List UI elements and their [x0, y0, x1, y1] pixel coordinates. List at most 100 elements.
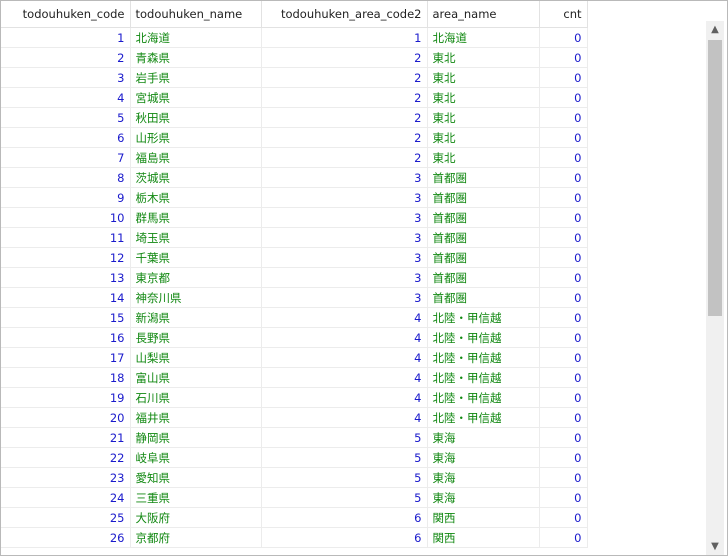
cell-area-code[interactable]: 5 [261, 487, 428, 508]
cell-area-code[interactable]: 2 [261, 67, 428, 88]
cell-name[interactable]: 埼玉県 [130, 227, 262, 248]
vertical-scrollbar[interactable]: ▲ ▼ [706, 21, 724, 555]
cell-code[interactable]: 18 [1, 367, 131, 388]
cell-cnt[interactable]: 0 [539, 387, 588, 408]
table-row[interactable]: 7 福島県 2 東北 0 [1, 147, 588, 168]
cell-cnt[interactable]: 0 [539, 127, 588, 148]
cell-name[interactable]: 岐阜県 [130, 447, 262, 468]
cell-code[interactable]: 23 [1, 467, 131, 488]
cell-area-name[interactable]: 首都圏 [427, 227, 540, 248]
table-row[interactable]: 4 宮城県 2 東北 0 [1, 87, 588, 108]
cell-area-name[interactable]: 首都圏 [427, 167, 540, 188]
cell-cnt[interactable]: 0 [539, 467, 588, 488]
cell-name[interactable]: 栃木県 [130, 187, 262, 208]
cell-name[interactable]: 愛知県 [130, 467, 262, 488]
cell-name[interactable]: 福島県 [130, 147, 262, 168]
cell-area-name[interactable]: 東北 [427, 87, 540, 108]
scroll-up-arrow-icon[interactable]: ▲ [706, 21, 724, 38]
cell-code[interactable]: 26 [1, 527, 131, 548]
table-row[interactable]: 20 福井県 4 北陸・甲信越 0 [1, 407, 588, 428]
table-row[interactable]: 15 新潟県 4 北陸・甲信越 0 [1, 307, 588, 328]
cell-code[interactable]: 1 [1, 27, 131, 48]
cell-cnt[interactable]: 0 [539, 407, 588, 428]
cell-area-name[interactable]: 東海 [427, 487, 540, 508]
cell-name[interactable]: 青森県 [130, 47, 262, 68]
cell-area-name[interactable]: 関西 [427, 527, 540, 548]
cell-area-code[interactable]: 6 [261, 507, 428, 528]
cell-area-code[interactable]: 3 [261, 167, 428, 188]
cell-code[interactable]: 4 [1, 87, 131, 108]
cell-code[interactable]: 21 [1, 427, 131, 448]
column-header-area-name[interactable]: area_name [427, 1, 540, 28]
column-header-todouhuken-code[interactable]: todouhuken_code [1, 1, 131, 28]
table-row[interactable]: 17 山梨県 4 北陸・甲信越 0 [1, 347, 588, 368]
cell-area-code[interactable]: 3 [261, 207, 428, 228]
cell-area-code[interactable]: 3 [261, 187, 428, 208]
cell-cnt[interactable]: 0 [539, 527, 588, 548]
cell-code[interactable]: 6 [1, 127, 131, 148]
cell-cnt[interactable]: 0 [539, 367, 588, 388]
cell-area-name[interactable]: 北陸・甲信越 [427, 387, 540, 408]
cell-area-code[interactable]: 2 [261, 107, 428, 128]
cell-code[interactable]: 20 [1, 407, 131, 428]
cell-name[interactable]: 岩手県 [130, 67, 262, 88]
cell-cnt[interactable]: 0 [539, 267, 588, 288]
cell-area-code[interactable]: 2 [261, 87, 428, 108]
table-row[interactable]: 9 栃木県 3 首都圏 0 [1, 187, 588, 208]
table-row[interactable]: 8 茨城県 3 首都圏 0 [1, 167, 588, 188]
cell-code[interactable]: 19 [1, 387, 131, 408]
table-row[interactable]: 23 愛知県 5 東海 0 [1, 467, 588, 488]
table-row[interactable]: 2 青森県 2 東北 0 [1, 47, 588, 68]
cell-name[interactable]: 山形県 [130, 127, 262, 148]
cell-area-code[interactable]: 2 [261, 47, 428, 68]
scroll-down-arrow-icon[interactable]: ▼ [706, 538, 724, 555]
table-row[interactable]: 6 山形県 2 東北 0 [1, 127, 588, 148]
table-row[interactable]: 24 三重県 5 東海 0 [1, 487, 588, 508]
cell-area-code[interactable]: 4 [261, 327, 428, 348]
cell-code[interactable]: 2 [1, 47, 131, 68]
cell-name[interactable]: 三重県 [130, 487, 262, 508]
cell-area-name[interactable]: 首都圏 [427, 207, 540, 228]
cell-cnt[interactable]: 0 [539, 447, 588, 468]
cell-area-code[interactable]: 5 [261, 467, 428, 488]
cell-area-name[interactable]: 東北 [427, 127, 540, 148]
cell-area-name[interactable]: 関西 [427, 507, 540, 528]
cell-area-name[interactable]: 北海道 [427, 27, 540, 48]
cell-area-code[interactable]: 3 [261, 247, 428, 268]
cell-cnt[interactable]: 0 [539, 67, 588, 88]
column-header-todouhuken-area-code2[interactable]: todouhuken_area_code2 [261, 1, 428, 28]
cell-code[interactable]: 5 [1, 107, 131, 128]
cell-code[interactable]: 8 [1, 167, 131, 188]
cell-name[interactable]: 大阪府 [130, 507, 262, 528]
cell-area-name[interactable]: 北陸・甲信越 [427, 407, 540, 428]
cell-name[interactable]: 石川県 [130, 387, 262, 408]
table-row[interactable]: 19 石川県 4 北陸・甲信越 0 [1, 387, 588, 408]
cell-name[interactable]: 富山県 [130, 367, 262, 388]
cell-area-name[interactable]: 北陸・甲信越 [427, 307, 540, 328]
cell-name[interactable]: 東京都 [130, 267, 262, 288]
table-row[interactable]: 21 静岡県 5 東海 0 [1, 427, 588, 448]
cell-name[interactable]: 福井県 [130, 407, 262, 428]
cell-code[interactable]: 17 [1, 347, 131, 368]
cell-area-name[interactable]: 首都圏 [427, 187, 540, 208]
cell-cnt[interactable]: 0 [539, 27, 588, 48]
cell-cnt[interactable]: 0 [539, 187, 588, 208]
cell-name[interactable]: 京都府 [130, 527, 262, 548]
cell-area-code[interactable]: 4 [261, 387, 428, 408]
cell-name[interactable]: 静岡県 [130, 427, 262, 448]
cell-code[interactable]: 24 [1, 487, 131, 508]
cell-area-code[interactable]: 1 [261, 27, 428, 48]
table-row[interactable]: 26 京都府 6 関西 0 [1, 527, 588, 548]
cell-cnt[interactable]: 0 [539, 167, 588, 188]
column-header-todouhuken-name[interactable]: todouhuken_name [130, 1, 262, 28]
column-header-cnt[interactable]: cnt [539, 1, 588, 28]
cell-code[interactable]: 9 [1, 187, 131, 208]
cell-cnt[interactable]: 0 [539, 327, 588, 348]
cell-code[interactable]: 12 [1, 247, 131, 268]
cell-code[interactable]: 22 [1, 447, 131, 468]
cell-cnt[interactable]: 0 [539, 487, 588, 508]
cell-cnt[interactable]: 0 [539, 247, 588, 268]
cell-name[interactable]: 新潟県 [130, 307, 262, 328]
cell-area-code[interactable]: 5 [261, 427, 428, 448]
cell-code[interactable]: 10 [1, 207, 131, 228]
